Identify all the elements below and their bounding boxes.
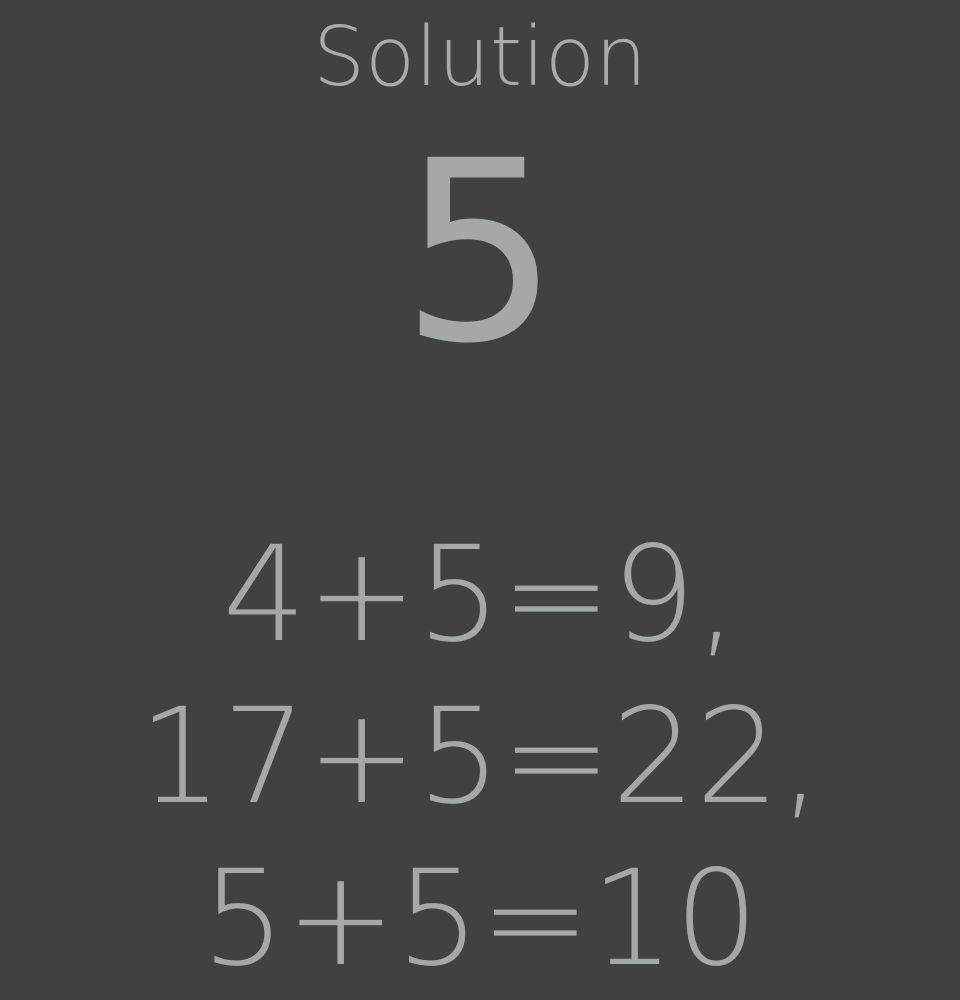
solution-title: Solution <box>312 10 648 105</box>
solution-screen: Solution 5 4+5=9, 17+5=22, 5+5=10 <box>0 0 960 1000</box>
solution-equations: 4+5=9, 17+5=22, 5+5=10 <box>0 514 960 1000</box>
solution-answer: 5 <box>400 107 560 398</box>
equation-line: 4+5=9, <box>222 518 738 672</box>
equation-line: 17+5=22, <box>138 680 822 834</box>
equation-line: 5+5=10 <box>201 842 759 996</box>
